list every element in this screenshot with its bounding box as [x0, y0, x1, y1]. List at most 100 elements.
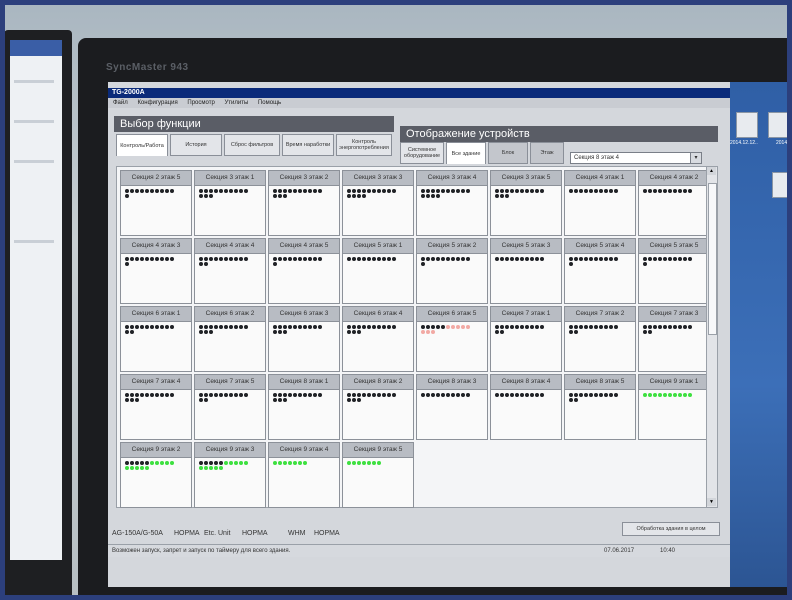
indoor-unit-dot[interactable]	[199, 330, 203, 334]
history-button[interactable]: История	[170, 134, 222, 156]
indoor-unit-dot[interactable]	[303, 325, 307, 329]
indoor-unit-dot[interactable]	[165, 461, 169, 465]
indoor-unit-dot[interactable]	[318, 325, 322, 329]
device-cell[interactable]: Секция 5 этаж 4	[564, 238, 636, 304]
indoor-unit-dot[interactable]	[273, 461, 277, 465]
indoor-unit-dot[interactable]	[140, 189, 144, 193]
device-cell[interactable]: Секция 9 этаж 3	[194, 442, 266, 508]
indoor-unit-dot[interactable]	[352, 398, 356, 402]
desktop-file-icon[interactable]	[736, 112, 758, 138]
indoor-unit-dot[interactable]	[643, 325, 647, 329]
indoor-unit-dot[interactable]	[688, 189, 692, 193]
indoor-unit-dot[interactable]	[209, 330, 213, 334]
indoor-unit-dot[interactable]	[668, 189, 672, 193]
indoor-unit-dot[interactable]	[520, 257, 524, 261]
indoor-unit-dot[interactable]	[145, 461, 149, 465]
floor-button[interactable]: Этаж	[530, 142, 564, 164]
desktop-file-icon[interactable]	[768, 112, 790, 138]
indoor-unit-dot[interactable]	[352, 194, 356, 198]
indoor-unit-dot[interactable]	[515, 257, 519, 261]
indoor-unit-dot[interactable]	[150, 325, 154, 329]
indoor-unit-dot[interactable]	[441, 325, 445, 329]
device-cell[interactable]: Секция 4 этаж 1	[564, 170, 636, 236]
indoor-unit-dot[interactable]	[589, 393, 593, 397]
indoor-unit-dot[interactable]	[278, 398, 282, 402]
indoor-unit-dot[interactable]	[653, 257, 657, 261]
indoor-unit-dot[interactable]	[278, 393, 282, 397]
device-cell[interactable]: Секция 3 этаж 1	[194, 170, 266, 236]
indoor-unit-dot[interactable]	[466, 189, 470, 193]
device-cell[interactable]: Секция 5 этаж 1	[342, 238, 414, 304]
indoor-unit-dot[interactable]	[421, 393, 425, 397]
indoor-unit-dot[interactable]	[589, 325, 593, 329]
indoor-unit-dot[interactable]	[668, 325, 672, 329]
indoor-unit-dot[interactable]	[288, 325, 292, 329]
indoor-unit-dot[interactable]	[421, 262, 425, 266]
indoor-unit-dot[interactable]	[130, 398, 134, 402]
indoor-unit-dot[interactable]	[130, 393, 134, 397]
indoor-unit-dot[interactable]	[372, 325, 376, 329]
indoor-unit-dot[interactable]	[125, 398, 129, 402]
indoor-unit-dot[interactable]	[362, 189, 366, 193]
indoor-unit-dot[interactable]	[609, 393, 613, 397]
indoor-unit-dot[interactable]	[278, 330, 282, 334]
device-cell[interactable]: Секция 8 этаж 3	[416, 374, 488, 440]
indoor-unit-dot[interactable]	[535, 325, 539, 329]
indoor-unit-dot[interactable]	[234, 461, 238, 465]
indoor-unit-dot[interactable]	[495, 257, 499, 261]
indoor-unit-dot[interactable]	[421, 189, 425, 193]
indoor-unit-dot[interactable]	[421, 325, 425, 329]
indoor-unit-dot[interactable]	[135, 257, 139, 261]
indoor-unit-dot[interactable]	[352, 393, 356, 397]
indoor-unit-dot[interactable]	[135, 461, 139, 465]
indoor-unit-dot[interactable]	[199, 398, 203, 402]
indoor-unit-dot[interactable]	[392, 325, 396, 329]
indoor-unit-dot[interactable]	[244, 393, 248, 397]
indoor-unit-dot[interactable]	[678, 325, 682, 329]
indoor-unit-dot[interactable]	[352, 257, 356, 261]
indoor-unit-dot[interactable]	[377, 189, 381, 193]
indoor-unit-dot[interactable]	[648, 330, 652, 334]
indoor-unit-dot[interactable]	[584, 325, 588, 329]
device-cell[interactable]: Секция 2 этаж 5	[120, 170, 192, 236]
indoor-unit-dot[interactable]	[273, 325, 277, 329]
indoor-unit-dot[interactable]	[140, 325, 144, 329]
device-cell[interactable]: Секция 8 этаж 2	[342, 374, 414, 440]
indoor-unit-dot[interactable]	[648, 325, 652, 329]
indoor-unit-dot[interactable]	[283, 330, 287, 334]
indoor-unit-dot[interactable]	[569, 257, 573, 261]
indoor-unit-dot[interactable]	[604, 325, 608, 329]
indoor-unit-dot[interactable]	[569, 393, 573, 397]
indoor-unit-dot[interactable]	[658, 257, 662, 261]
indoor-unit-dot[interactable]	[170, 393, 174, 397]
indoor-unit-dot[interactable]	[130, 189, 134, 193]
indoor-unit-dot[interactable]	[515, 393, 519, 397]
indoor-unit-dot[interactable]	[510, 393, 514, 397]
indoor-unit-dot[interactable]	[599, 189, 603, 193]
indoor-unit-dot[interactable]	[145, 466, 149, 470]
indoor-unit-dot[interactable]	[170, 257, 174, 261]
indoor-unit-dot[interactable]	[273, 194, 277, 198]
indoor-unit-dot[interactable]	[382, 393, 386, 397]
indoor-unit-dot[interactable]	[130, 325, 134, 329]
indoor-unit-dot[interactable]	[609, 325, 613, 329]
indoor-unit-dot[interactable]	[204, 466, 208, 470]
indoor-unit-dot[interactable]	[125, 194, 129, 198]
device-cell[interactable]: Секция 9 этаж 2	[120, 442, 192, 508]
indoor-unit-dot[interactable]	[347, 398, 351, 402]
indoor-unit-dot[interactable]	[278, 194, 282, 198]
indoor-unit-dot[interactable]	[658, 393, 662, 397]
indoor-unit-dot[interactable]	[540, 325, 544, 329]
indoor-unit-dot[interactable]	[574, 189, 578, 193]
indoor-unit-dot[interactable]	[653, 393, 657, 397]
indoor-unit-dot[interactable]	[367, 189, 371, 193]
indoor-unit-dot[interactable]	[283, 194, 287, 198]
device-cell[interactable]: Секция 6 этаж 2	[194, 306, 266, 372]
indoor-unit-dot[interactable]	[456, 325, 460, 329]
indoor-unit-dot[interactable]	[209, 194, 213, 198]
indoor-unit-dot[interactable]	[382, 325, 386, 329]
indoor-unit-dot[interactable]	[298, 189, 302, 193]
indoor-unit-dot[interactable]	[614, 257, 618, 261]
indoor-unit-dot[interactable]	[461, 257, 465, 261]
indoor-unit-dot[interactable]	[273, 257, 277, 261]
